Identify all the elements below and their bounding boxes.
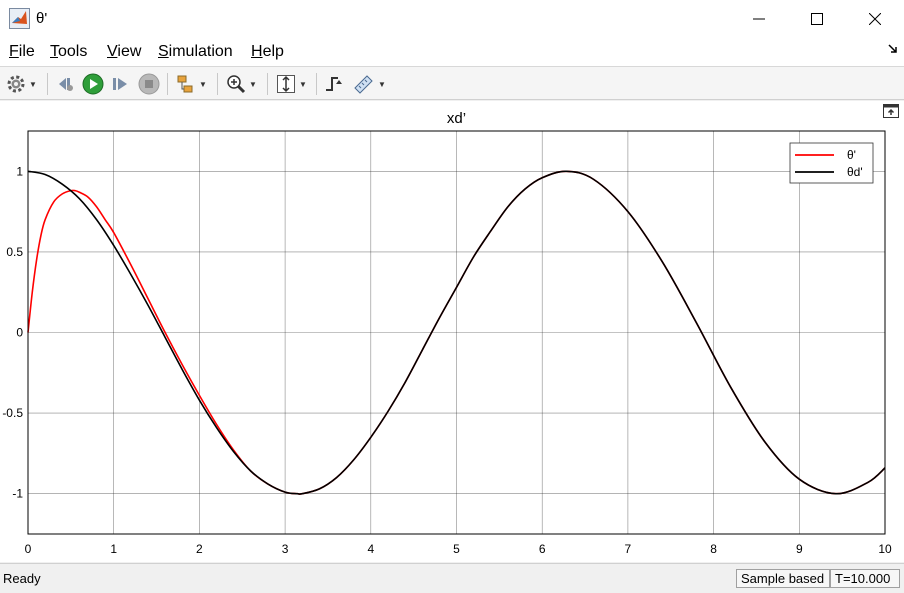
measure-icon — [354, 75, 373, 94]
undock-arrow-icon[interactable] — [888, 44, 898, 54]
menu-simulation-label: imulation — [168, 43, 233, 60]
dock-icon[interactable] — [883, 104, 899, 118]
gear-icon — [7, 75, 25, 93]
status-ready: Ready — [3, 571, 41, 586]
dropdown-arrow-icon: ▼ — [249, 79, 257, 89]
plot-area: 0 1 2 3 4 5 6 7 8 9 10 1 0.5 0 -0.5 -1 xd’ θ' θd' — [0, 101, 904, 562]
fit-icon — [277, 75, 295, 93]
x-tick-label: 5 — [453, 542, 460, 556]
stop-button[interactable] — [138, 73, 160, 95]
stop-icon — [138, 73, 160, 95]
menu-file[interactable]: File — [9, 43, 35, 61]
fit-to-view-button[interactable]: ▼ — [276, 73, 307, 95]
step-back-icon — [59, 78, 73, 91]
toolbar-separator — [267, 73, 268, 95]
maximize-icon — [811, 13, 823, 25]
close-icon — [869, 13, 881, 25]
settings-button[interactable]: ▼ — [6, 73, 37, 95]
y-tick-label: 0 — [16, 326, 23, 340]
minimize-button[interactable] — [730, 0, 788, 38]
minimize-icon — [753, 18, 765, 20]
signal-select-icon — [177, 75, 193, 93]
title-bar: θ' — [0, 0, 904, 38]
trigger-icon — [326, 77, 342, 91]
window-title: θ' — [36, 10, 48, 27]
menu-bar: File Tools View Simulation Help — [0, 38, 904, 66]
dropdown-arrow-icon: ▼ — [378, 79, 386, 89]
run-icon — [82, 73, 104, 95]
menu-simulation[interactable]: Simulation — [158, 43, 233, 61]
toolbar-separator — [167, 73, 168, 95]
line-chart[interactable]: 0 1 2 3 4 5 6 7 8 9 10 1 0.5 0 -0.5 -1 xd’ θ' θd' — [0, 101, 904, 562]
run-button[interactable] — [82, 73, 104, 95]
dropdown-arrow-icon: ▼ — [199, 79, 207, 89]
menu-help[interactable]: Help — [251, 43, 284, 61]
toolbar-separator — [217, 73, 218, 95]
menu-tools-label: ools — [58, 43, 88, 60]
measure-button[interactable]: ▼ — [353, 73, 386, 95]
y-tick-label: -0.5 — [2, 406, 23, 420]
x-tick-label: 8 — [710, 542, 717, 556]
x-tick-label: 4 — [367, 542, 374, 556]
zoom-icon — [227, 75, 246, 94]
dropdown-arrow-icon: ▼ — [299, 79, 307, 89]
chart-title: xd’ — [447, 110, 466, 127]
legend-label: θ' — [847, 148, 856, 162]
menu-file-label: ile — [18, 43, 35, 60]
y-tick-label: 0.5 — [6, 245, 23, 259]
x-tick-label: 7 — [625, 542, 632, 556]
x-tick-label: 6 — [539, 542, 546, 556]
x-tick-label: 9 — [796, 542, 803, 556]
toolbar-separator — [47, 73, 48, 95]
x-tick-label: 1 — [110, 542, 117, 556]
x-tick-label: 10 — [878, 542, 892, 556]
matlab-app-icon — [9, 8, 30, 29]
x-tick-label: 3 — [282, 542, 289, 556]
close-button[interactable] — [846, 0, 904, 38]
menu-view[interactable]: View — [107, 43, 141, 61]
menu-help-label: elp — [262, 43, 284, 60]
step-forward-icon — [113, 78, 127, 90]
maximize-button[interactable] — [788, 0, 846, 38]
menu-help-mnemonic: H — [251, 43, 263, 60]
step-forward-button[interactable] — [110, 73, 130, 95]
status-sample-mode: Sample based — [736, 569, 830, 588]
signal-select-button[interactable]: ▼ — [176, 73, 207, 95]
menu-simulation-mnemonic: S — [158, 43, 169, 60]
y-tick-label: -1 — [12, 487, 23, 501]
dropdown-arrow-icon: ▼ — [29, 79, 37, 89]
toolbar: ▼ ▼ ▼ ▼ ▼ — [0, 66, 904, 100]
x-tick-label: 2 — [196, 542, 203, 556]
trigger-button[interactable] — [324, 73, 344, 95]
step-back-button[interactable] — [56, 73, 76, 95]
menu-view-mnemonic: V — [107, 43, 118, 60]
zoom-button[interactable]: ▼ — [226, 73, 257, 95]
legend[interactable]: θ' θd' — [789, 142, 874, 184]
y-tick-label: 1 — [16, 164, 23, 178]
toolbar-separator — [316, 73, 317, 95]
status-bar: Ready Sample based T=10.000 — [0, 563, 904, 593]
menu-tools[interactable]: Tools — [50, 43, 87, 61]
x-tick-label: 0 — [25, 542, 32, 556]
menu-tools-mnemonic: T — [50, 43, 58, 60]
legend-label: θd' — [847, 165, 863, 179]
status-time: T=10.000 — [830, 569, 900, 588]
menu-file-mnemonic: F — [9, 43, 19, 60]
menu-view-label: iew — [117, 43, 142, 60]
